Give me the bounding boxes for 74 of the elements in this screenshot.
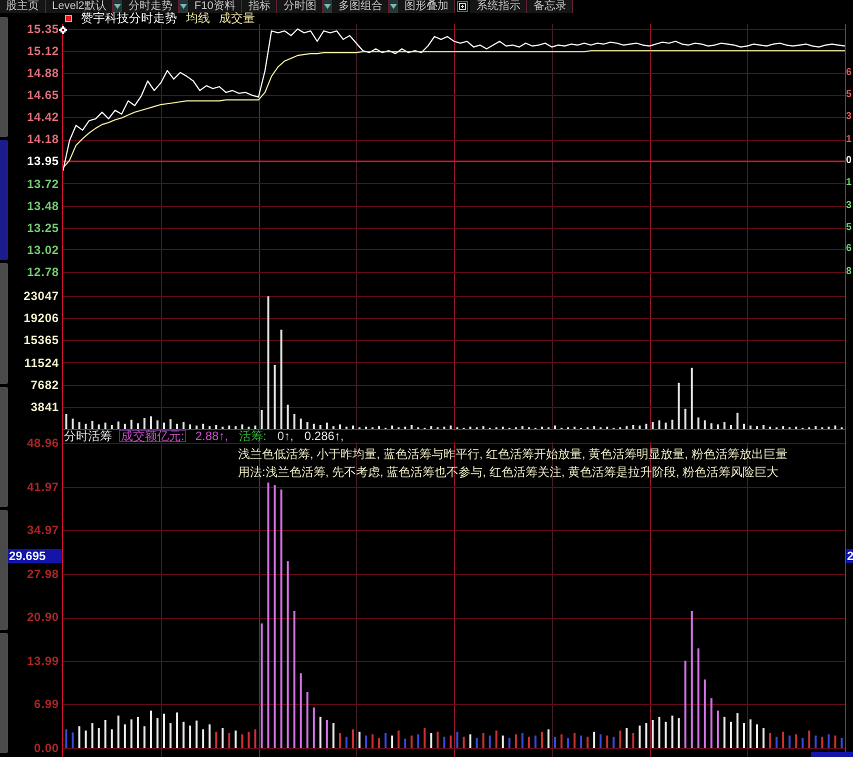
side-tab[interactable] — [0, 140, 8, 260]
indicator-reading: 2.88↑, — [194, 430, 230, 442]
caret-icon — [324, 4, 331, 9]
toolbar-tab[interactable]: 股主页 — [0, 0, 46, 13]
square-icon — [65, 15, 72, 22]
indicator-axis-label: 0.00 — [33, 742, 60, 753]
dropdown-button[interactable] — [179, 0, 188, 13]
price-axis-label: 13.48 — [26, 200, 60, 211]
cursor-value-label: 29.695 — [8, 549, 62, 563]
dropdown-button[interactable] — [113, 0, 122, 13]
percent-axis-label: 0 — [846, 156, 852, 166]
price-axis-label: 14.65 — [26, 90, 60, 100]
indicator-reading: 0↑, — [276, 430, 294, 442]
toolbar-tab[interactable]: 分时图 — [277, 0, 324, 13]
gear-icon — [59, 26, 67, 34]
side-tab[interactable] — [0, 386, 8, 507]
percent-axis-label: 3 — [846, 200, 852, 211]
legend-label: 均线 — [186, 13, 210, 24]
side-tab[interactable] — [0, 263, 8, 384]
volume-axis-label: 23047 — [22, 291, 60, 301]
dropdown-button[interactable] — [323, 0, 332, 13]
caret-icon — [390, 4, 397, 9]
window-icon[interactable] — [457, 1, 468, 12]
volume-axis-label: 15365 — [22, 335, 60, 346]
caret-icon — [114, 4, 121, 9]
indicator-axis-label: 20.90 — [26, 612, 60, 622]
percent-axis-label: 1 — [846, 134, 852, 145]
indicator-title: 分时活筹 — [64, 431, 112, 441]
volume-axis-label: 19206 — [22, 313, 60, 324]
toolbar-tab[interactable]: 图形叠加 — [398, 0, 456, 13]
volume-axis-label: 7682 — [30, 380, 60, 390]
indicator-axis-label: 41.97 — [26, 482, 60, 492]
percent-axis-label: 6 — [846, 68, 852, 78]
indicator-axis-label: 48.96 — [26, 438, 60, 448]
toolbar-tab[interactable]: 多图组合 — [332, 0, 390, 13]
toolbar-tab[interactable]: Level2默认 — [46, 0, 114, 13]
volume-axis-label: 11524 — [23, 358, 60, 368]
toolbar-tab[interactable]: 指标 — [242, 0, 278, 13]
percent-axis-label: 5 — [846, 222, 852, 233]
indicator-axis-label: 13.99 — [26, 656, 60, 666]
indicator-axis-label: 6.99 — [33, 699, 60, 710]
price-axis-label: 13.25 — [26, 222, 60, 233]
side-tab[interactable] — [0, 17, 8, 138]
percent-axis-label: 6 — [846, 244, 852, 254]
indicator-reading: 成交额亿元: — [119, 430, 186, 442]
cursor-value-label: 2 — [846, 549, 853, 563]
side-tab[interactable] — [0, 510, 8, 630]
percent-axis-label: 8 — [846, 267, 852, 277]
side-tab[interactable] — [0, 632, 8, 754]
legend-label: 成交量 — [219, 13, 255, 24]
toolbar-tab[interactable]: F10资料 — [188, 0, 242, 13]
price-axis-label: 15.35 — [26, 24, 60, 34]
indicator-reading: 0.286↑, — [303, 430, 345, 442]
dropdown-button[interactable] — [389, 0, 398, 13]
toolbar-tab[interactable]: 系统指示 — [470, 0, 528, 13]
indicator-axis-label: 34.97 — [26, 525, 60, 536]
caret-icon — [180, 4, 187, 9]
chart-title: 赞宇科技分时走势 — [81, 13, 177, 24]
percent-axis-label: 5 — [846, 90, 852, 100]
toolbar-tab[interactable]: 分时走势 — [122, 0, 180, 13]
price-axis-label: 14.18 — [26, 134, 60, 144]
price-axis-label: 13.02 — [26, 244, 60, 255]
indicator-reading: 活筹: — [238, 430, 268, 442]
percent-axis-label: 1 — [846, 178, 852, 188]
price-axis-label: 13.95 — [26, 156, 60, 166]
price-axis-label: 14.88 — [26, 68, 60, 78]
volume-axis-label: 3841 — [30, 402, 60, 412]
percent-axis-label: 3 — [846, 112, 852, 122]
indicator-axis-label: 27.98 — [26, 568, 60, 579]
price-axis-label: 15.12 — [26, 46, 60, 56]
cursor-time-box — [811, 752, 853, 757]
price-axis-label: 12.78 — [26, 266, 60, 277]
price-axis-label: 14.42 — [26, 112, 60, 122]
price-axis-label: 13.72 — [26, 178, 60, 189]
